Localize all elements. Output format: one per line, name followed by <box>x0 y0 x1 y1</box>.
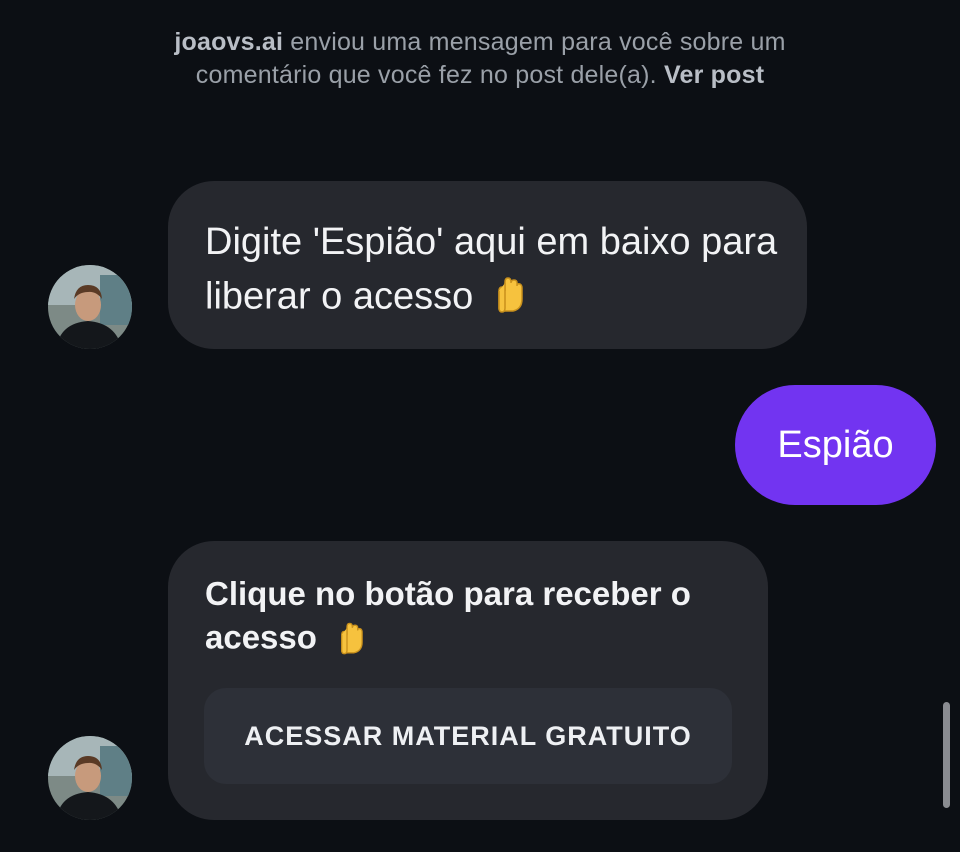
incoming-message-bubble[interactable]: Digite 'Espião' aqui em baixo para liber… <box>168 181 807 349</box>
card-message-text: Clique no botão para receber o acesso <box>205 573 745 665</box>
message-context-notice: joaovs.ai enviou uma mensagem para você … <box>150 26 810 92</box>
view-post-link[interactable]: Ver post <box>664 61 764 89</box>
incoming-message-text: Digite 'Espião' aqui em baixo para liber… <box>205 215 785 328</box>
button-label: ACESSAR MATERIAL GRATUITO <box>244 720 692 751</box>
access-free-material-button[interactable]: ACESSAR MATERIAL GRATUITO <box>204 688 732 784</box>
outgoing-message-bubble[interactable]: Espião <box>735 385 936 505</box>
sender-avatar[interactable] <box>48 265 132 349</box>
sender-username[interactable]: joaovs.ai <box>174 28 283 56</box>
outgoing-message-text: Espião <box>777 423 894 466</box>
sender-avatar[interactable] <box>48 736 132 820</box>
message-text: Clique no botão para receber o acesso <box>205 575 691 656</box>
pointing-down-emoji-icon <box>331 615 363 665</box>
scrollbar-thumb[interactable] <box>943 702 950 808</box>
chat-thread: joaovs.ai enviou uma mensagem para você … <box>0 0 960 852</box>
pointing-down-emoji-icon <box>487 269 523 328</box>
incoming-message-card: Clique no botão para receber o acesso AC… <box>168 541 768 820</box>
